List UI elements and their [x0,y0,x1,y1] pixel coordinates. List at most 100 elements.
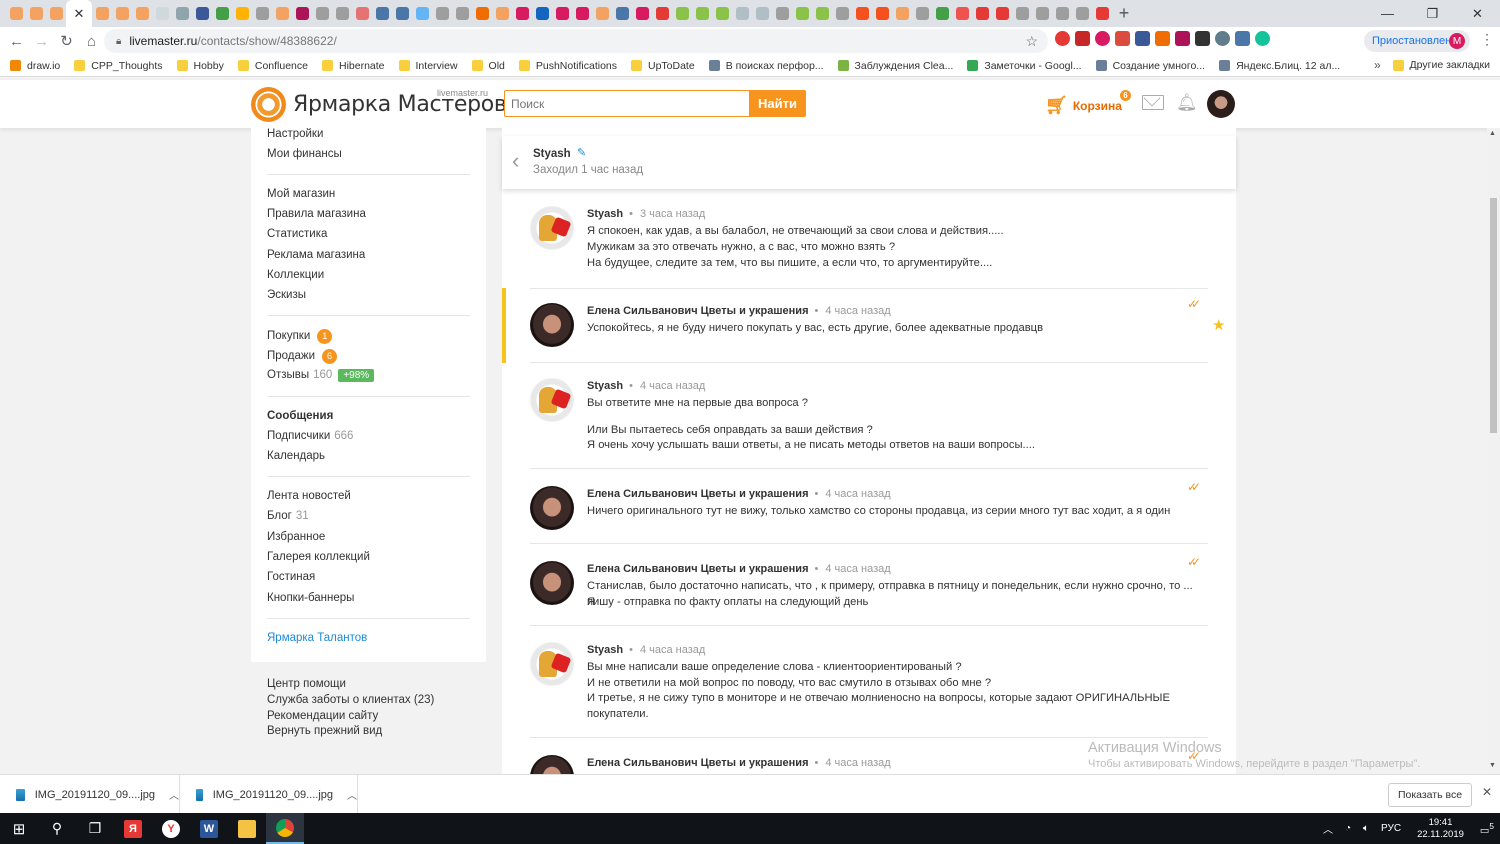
wifi-icon[interactable]: ◔ [1345,823,1351,834]
volume-icon[interactable]: 🔈︎ [1363,823,1369,834]
new-tab-button[interactable]: + [1112,0,1136,27]
restore-button[interactable]: ❐ [1410,0,1455,27]
bookmark-item[interactable]: Old [471,60,505,72]
browser-tab[interactable] [932,0,952,27]
pocket-icon[interactable] [1195,31,1210,46]
sender-avatar[interactable] [530,486,574,530]
browser-tab[interactable] [852,0,872,27]
minimize-button[interactable]: — [1365,0,1410,27]
browser-tab[interactable] [332,0,352,27]
browser-tab[interactable] [292,0,312,27]
search-button[interactable]: Найти [749,90,806,117]
sidebar-item-purchases[interactable]: Покупки 1 [267,329,333,344]
browser-tab[interactable] [472,0,492,27]
close-window-button[interactable]: ✕ [1455,0,1500,27]
close-tab-icon[interactable]: ✕ [74,6,85,22]
browser-tab[interactable] [152,0,172,27]
logo-sun-icon[interactable] [251,87,286,122]
browser-tab[interactable] [312,0,332,27]
footer-recommend-link[interactable]: Рекомендации сайту [267,710,378,722]
sidebar-item-collections[interactable]: Коллекции [267,269,324,281]
browser-tab[interactable] [172,0,192,27]
scroll-down-icon[interactable]: ▼ [1489,762,1496,769]
address-bar[interactable]: 🔒︎ livemaster.ru/contacts/show/48388622/… [104,29,1048,53]
sidebar-item-my-shop[interactable]: Мой магазин [267,188,335,200]
grammarly-icon[interactable] [1255,31,1270,46]
browser-tab[interactable] [352,0,372,27]
sidebar-item-subscribers[interactable]: Подписчики 666 [267,430,353,442]
browser-tab[interactable] [492,0,512,27]
sidebar-item-stats[interactable]: Статистика [267,228,327,240]
browser-tab[interactable] [6,0,26,27]
browser-tab[interactable] [772,0,792,27]
sender-name[interactable]: Styash [587,644,623,656]
footer-old-view-link[interactable]: Вернуть прежний вид [267,725,382,737]
forward-icon[interactable]: → [29,27,54,55]
bookmark-item[interactable]: Interview [398,60,458,72]
browser-tab[interactable] [392,0,412,27]
browser-tab[interactable] [92,0,112,27]
adblock-icon[interactable] [1055,31,1070,46]
sidebar-item-talents[interactable]: Ярмарка Талантов [267,632,367,644]
notification-center-icon[interactable]: ▭5 [1480,821,1494,836]
profile-paused-chip[interactable]: Приостановлена M [1364,30,1470,52]
browser-tab[interactable] [1092,0,1112,27]
sidebar-item-settings[interactable]: Настройки [267,128,323,140]
browser-tab[interactable] [912,0,932,27]
bookmark-item[interactable]: Hobby [176,60,224,72]
sidebar-item-shop-rules[interactable]: Правила магазина [267,208,366,220]
browser-tab[interactable] [752,0,772,27]
browser-tab[interactable] [992,0,1012,27]
bookmark-item[interactable]: Hibernate [321,60,385,72]
search-input[interactable] [504,90,750,117]
language-indicator[interactable]: РУС [1381,823,1401,834]
sidebar-item-reviews[interactable]: Отзывы 160 +98% [267,369,375,382]
browser-tab[interactable] [232,0,252,27]
sender-name[interactable]: Елена Сильванович Цветы и украшения [587,488,809,500]
browser-tab[interactable] [432,0,452,27]
browser-tab[interactable] [26,0,46,27]
sidebar-item-favorites[interactable]: Избранное [267,531,325,543]
browser-tab[interactable] [112,0,132,27]
sidebar-item-blog[interactable]: Блог 31 [267,510,309,522]
bell-icon[interactable]: 🔔︎ [1176,93,1198,113]
browser-tab[interactable] [572,0,592,27]
puzzle-icon[interactable] [1095,31,1110,46]
browser-tab[interactable] [612,0,632,27]
sender-name[interactable]: Елена Сильванович Цветы и украшения [587,563,809,575]
browser-tab[interactable] [212,0,232,27]
browser-tab[interactable] [732,0,752,27]
footer-help-link[interactable]: Центр помощи [267,678,346,690]
todoist-icon[interactable] [1115,31,1130,46]
other-bookmarks[interactable]: Другие закладки [1392,59,1490,71]
browser-tab[interactable] [552,0,572,27]
home-icon[interactable]: ⌂ [79,27,104,55]
sidebar-item-sketches[interactable]: Эскизы [267,289,306,301]
active-tab[interactable]: ✕ [66,0,92,27]
sender-avatar[interactable] [530,378,574,422]
sidebar-item-messages[interactable]: Сообщения [267,410,333,422]
sender-avatar[interactable] [530,303,574,347]
browser-tab[interactable] [1072,0,1092,27]
bookmark-item[interactable]: draw.io [10,60,60,72]
bookmark-item[interactable]: Яндекс.Блиц. 12 ал... [1219,60,1340,72]
angular-icon[interactable] [1075,31,1090,46]
browser-tab[interactable] [46,0,66,27]
mail-icon[interactable] [1142,95,1164,110]
browser-tab[interactable] [712,0,732,27]
close-icon[interactable]: ✕ [1482,785,1492,799]
task-view-icon[interactable]: ❐ [76,813,114,844]
sidebar-item-lounge[interactable]: Гостиная [267,571,315,583]
browser-tab[interactable] [592,0,612,27]
browser-tab[interactable] [512,0,532,27]
chevron-left-icon[interactable]: ‹ [512,150,524,172]
sidebar-item-sales[interactable]: Продажи 6 [267,349,338,364]
cart-link[interactable]: 🛒︎ Корзина 6 [1045,90,1131,116]
browser-tab[interactable] [1052,0,1072,27]
browser-tab[interactable] [792,0,812,27]
browser-tab[interactable] [632,0,652,27]
browser-tab[interactable] [692,0,712,27]
bookmark-star-icon[interactable]: ☆ [1025,33,1038,50]
browser-tab[interactable] [972,0,992,27]
sender-name[interactable]: Styash [587,208,623,220]
